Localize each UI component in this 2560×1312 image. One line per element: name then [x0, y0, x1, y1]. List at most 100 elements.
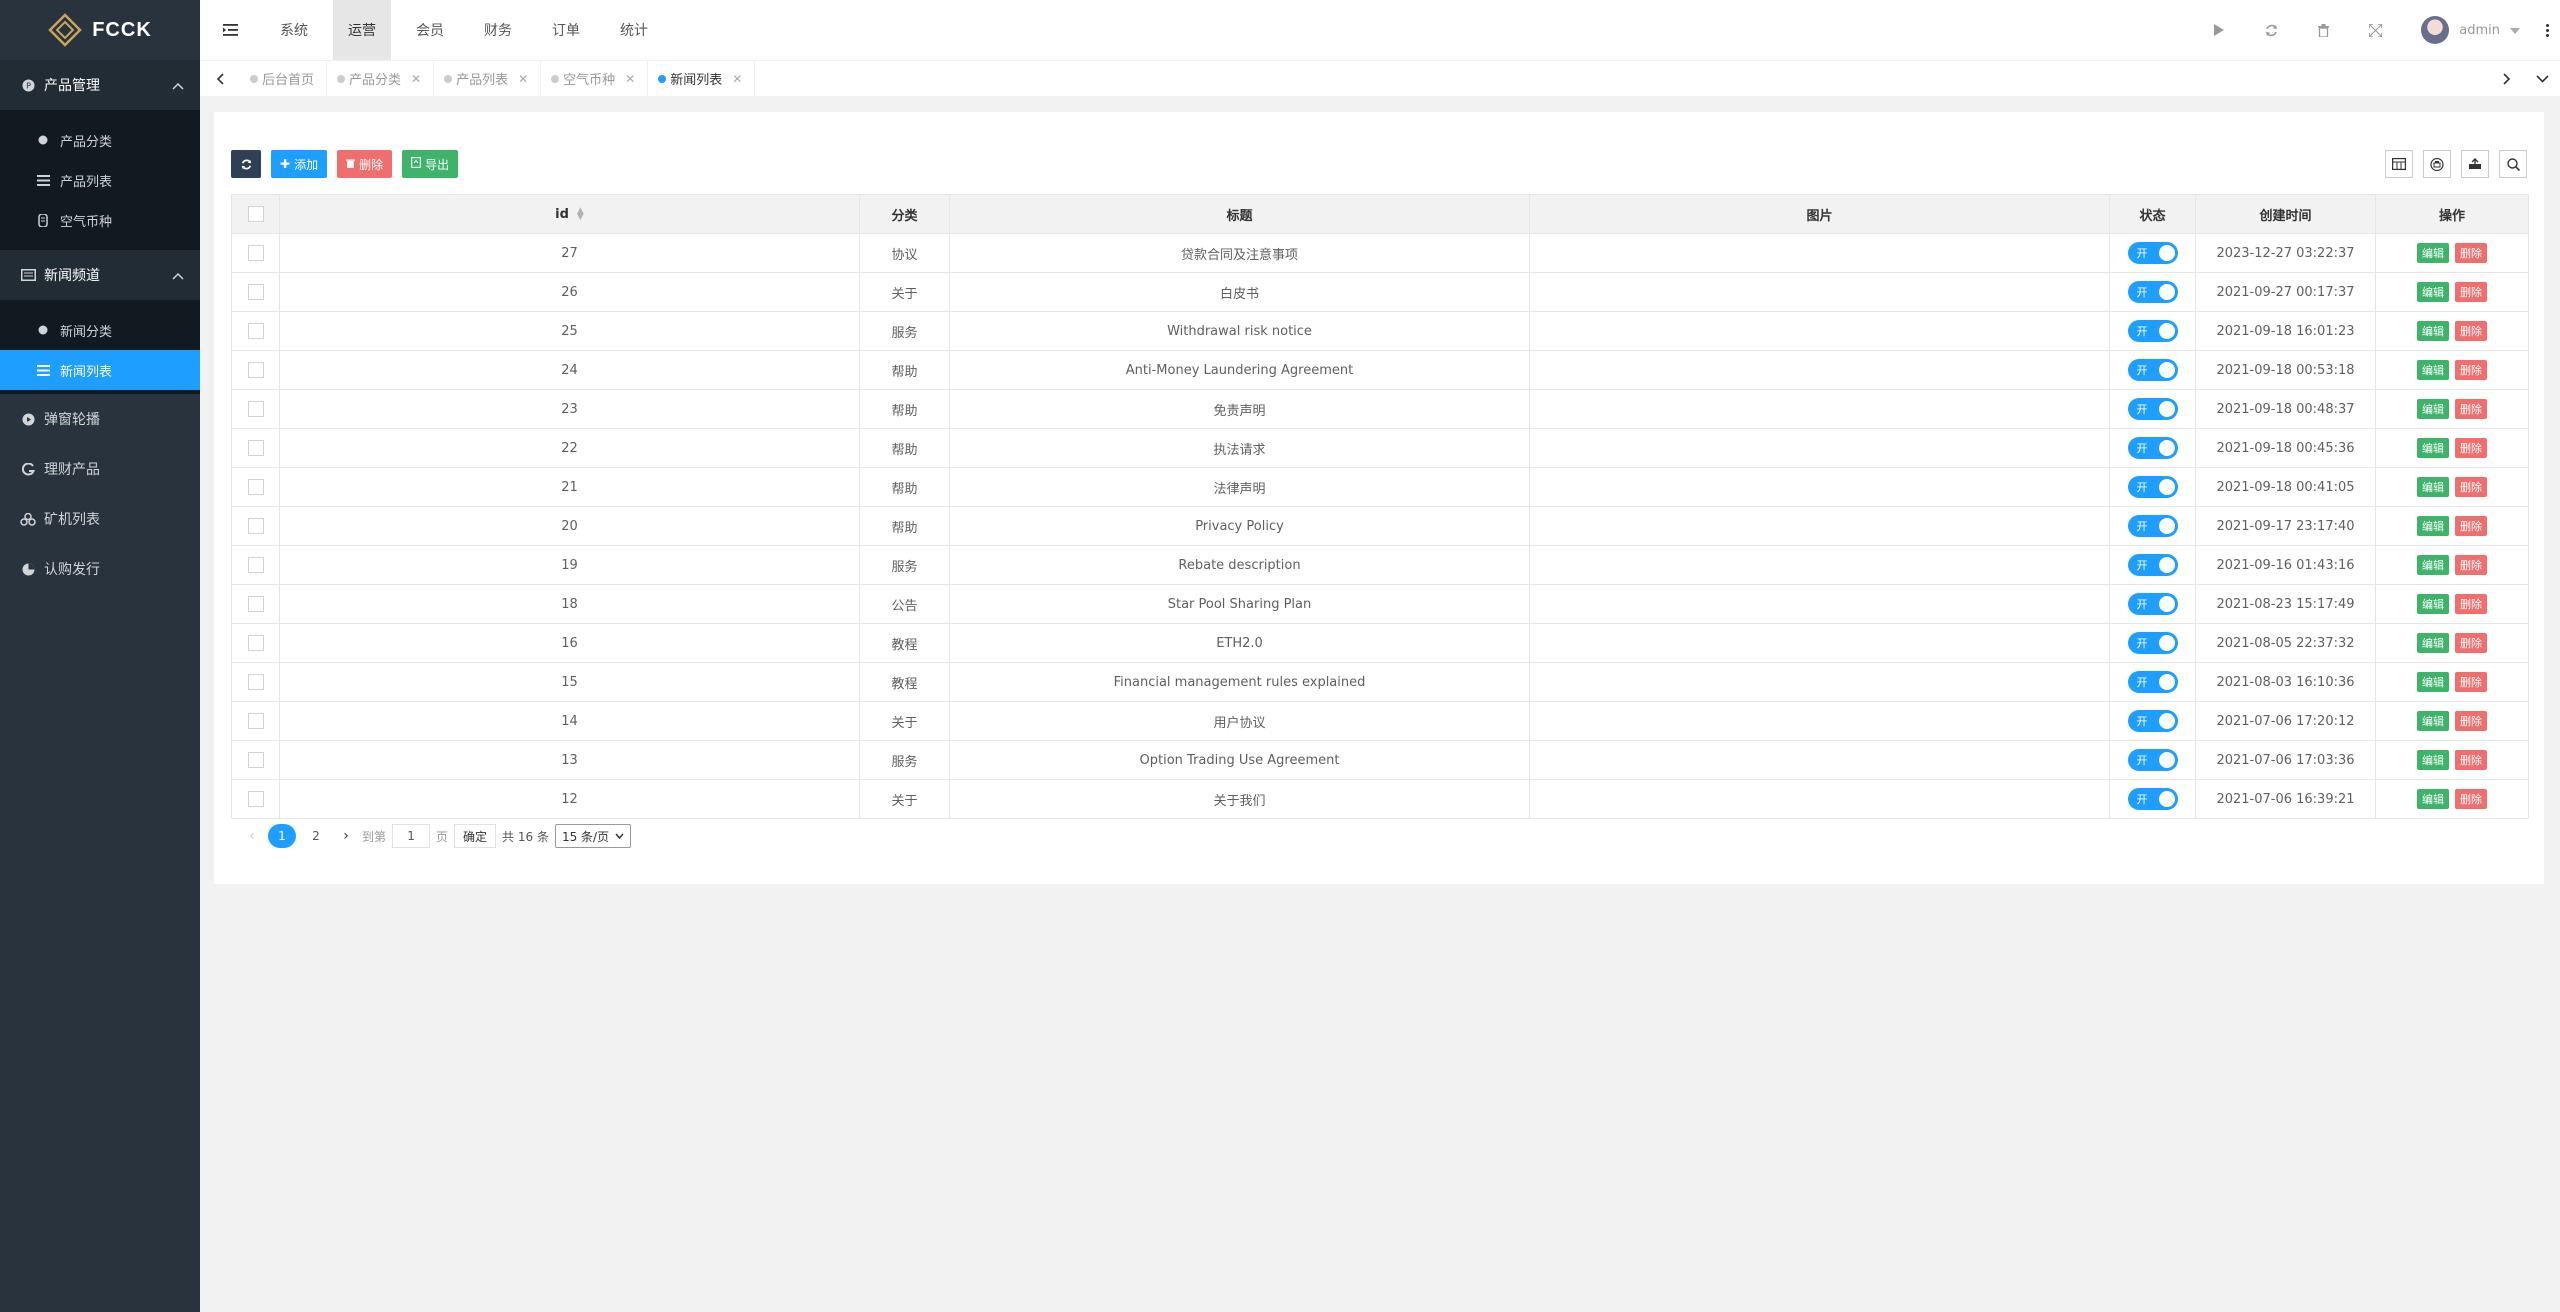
edit-button[interactable]: 编辑	[2417, 282, 2449, 302]
edit-button[interactable]: 编辑	[2417, 633, 2449, 653]
edit-button[interactable]: 编辑	[2417, 360, 2449, 380]
page-2-button[interactable]: 2	[302, 824, 330, 848]
status-toggle[interactable]: 开	[2127, 281, 2178, 303]
fullscreen-icon[interactable]	[2349, 0, 2401, 60]
status-toggle[interactable]: 开	[2127, 788, 2178, 810]
row-checkbox[interactable]	[247, 323, 264, 339]
edit-button[interactable]: 编辑	[2417, 516, 2449, 536]
edit-button[interactable]: 编辑	[2417, 438, 2449, 458]
status-toggle[interactable]: 开	[2127, 437, 2178, 459]
row-checkbox[interactable]	[247, 518, 264, 534]
row-checkbox[interactable]	[247, 557, 264, 573]
print-button[interactable]	[2423, 150, 2451, 178]
next-page-button[interactable]: ›	[336, 828, 356, 844]
column-header-id[interactable]: id ▲ ▼	[279, 194, 860, 234]
status-toggle[interactable]: 开	[2127, 593, 2178, 615]
status-toggle[interactable]: 开	[2127, 320, 2178, 342]
row-checkbox[interactable]	[247, 674, 264, 690]
row-checkbox[interactable]	[247, 791, 264, 807]
tab-product-list[interactable]: 产品列表 ✕	[434, 60, 542, 97]
refresh-icon[interactable]	[2245, 0, 2297, 60]
export-button[interactable]: 导出	[402, 150, 459, 178]
sidebar-item-product-category[interactable]: 产品分类	[0, 120, 200, 160]
edit-button[interactable]: 编辑	[2417, 750, 2449, 770]
page-1-button[interactable]: 1	[268, 824, 296, 848]
edit-button[interactable]: 编辑	[2417, 477, 2449, 497]
row-delete-button[interactable]: 删除	[2455, 438, 2487, 458]
close-icon[interactable]: ✕	[732, 72, 742, 86]
sidebar-item-carousel[interactable]: 弹窗轮播	[0, 394, 200, 444]
edit-button[interactable]: 编辑	[2417, 555, 2449, 575]
status-toggle[interactable]: 开	[2127, 632, 2178, 654]
row-delete-button[interactable]: 删除	[2455, 711, 2487, 731]
confirm-page-button[interactable]: 确定	[454, 824, 497, 848]
sidebar-item-air-coin[interactable]: 空气币种	[0, 200, 200, 240]
row-delete-button[interactable]: 删除	[2455, 360, 2487, 380]
row-checkbox[interactable]	[247, 284, 264, 300]
columns-filter-button[interactable]	[2385, 150, 2413, 178]
edit-button[interactable]: 编辑	[2417, 594, 2449, 614]
top-menu-finance[interactable]: 财务	[469, 0, 527, 60]
page-size-select[interactable]: 15 条/页	[554, 824, 632, 848]
sidebar-item-news-category[interactable]: 新闻分类	[0, 310, 200, 350]
select-all-checkbox[interactable]	[247, 206, 264, 222]
edit-button[interactable]: 编辑	[2417, 789, 2449, 809]
edit-button[interactable]: 编辑	[2417, 711, 2449, 731]
status-toggle[interactable]: 开	[2127, 398, 2178, 420]
row-delete-button[interactable]: 删除	[2455, 633, 2487, 653]
close-icon[interactable]: ✕	[411, 72, 421, 86]
sidebar-item-news-list[interactable]: 新闻列表	[0, 350, 200, 390]
row-checkbox[interactable]	[247, 713, 264, 729]
sort-icon[interactable]: ▲ ▼	[577, 207, 584, 222]
row-delete-button[interactable]: 删除	[2455, 789, 2487, 809]
row-delete-button[interactable]: 删除	[2455, 477, 2487, 497]
refresh-button[interactable]	[231, 150, 261, 178]
row-checkbox[interactable]	[247, 635, 264, 651]
top-menu-system[interactable]: 系统	[265, 0, 323, 60]
prev-page-button[interactable]: ‹	[242, 828, 262, 844]
menu-toggle-button[interactable]	[200, 0, 260, 60]
row-checkbox[interactable]	[247, 596, 264, 612]
row-delete-button[interactable]: 删除	[2455, 555, 2487, 575]
add-button[interactable]: ✚ 添加	[271, 150, 328, 178]
row-checkbox[interactable]	[247, 362, 264, 378]
row-checkbox[interactable]	[247, 479, 264, 495]
row-checkbox[interactable]	[247, 752, 264, 768]
status-toggle[interactable]: 开	[2127, 359, 2178, 381]
row-delete-button[interactable]: 删除	[2455, 243, 2487, 263]
tab-home[interactable]: 后台首页	[240, 60, 328, 97]
top-menu-order[interactable]: 订单	[537, 0, 595, 60]
trash-icon[interactable]	[2297, 0, 2349, 60]
sidebar-item-subscription[interactable]: 认购发行	[0, 544, 200, 594]
edit-button[interactable]: 编辑	[2417, 243, 2449, 263]
export-tool-button[interactable]	[2461, 150, 2489, 178]
row-delete-button[interactable]: 删除	[2455, 321, 2487, 341]
top-menu-member[interactable]: 会员	[401, 0, 459, 60]
tabs-scroll-left-button[interactable]	[200, 61, 240, 97]
row-delete-button[interactable]: 删除	[2455, 399, 2487, 419]
tab-air-coin[interactable]: 空气币种 ✕	[541, 60, 649, 97]
page-number-input[interactable]: 1	[392, 824, 431, 848]
tab-product-category[interactable]: 产品分类 ✕	[327, 60, 435, 97]
status-toggle[interactable]: 开	[2127, 476, 2178, 498]
tabs-scroll-right-button[interactable]	[2490, 61, 2524, 97]
top-menu-stats[interactable]: 统计	[605, 0, 663, 60]
row-delete-button[interactable]: 删除	[2455, 594, 2487, 614]
row-delete-button[interactable]: 删除	[2455, 516, 2487, 536]
sidebar-item-miner[interactable]: 矿机列表	[0, 494, 200, 544]
close-icon[interactable]: ✕	[625, 72, 635, 86]
sidebar-group-news[interactable]: 新闻频道	[0, 250, 200, 300]
play-icon[interactable]	[2193, 0, 2245, 60]
user-menu[interactable]: admin	[2401, 16, 2534, 44]
status-toggle[interactable]: 开	[2127, 710, 2178, 732]
sidebar-group-product[interactable]: P 产品管理	[0, 60, 200, 110]
row-delete-button[interactable]: 删除	[2455, 750, 2487, 770]
edit-button[interactable]: 编辑	[2417, 399, 2449, 419]
row-delete-button[interactable]: 删除	[2455, 282, 2487, 302]
status-toggle[interactable]: 开	[2127, 554, 2178, 576]
more-vertical-icon[interactable]	[2534, 0, 2560, 60]
status-toggle[interactable]: 开	[2127, 242, 2178, 264]
status-toggle[interactable]: 开	[2127, 671, 2178, 693]
row-checkbox[interactable]	[247, 440, 264, 456]
row-checkbox[interactable]	[247, 245, 264, 261]
